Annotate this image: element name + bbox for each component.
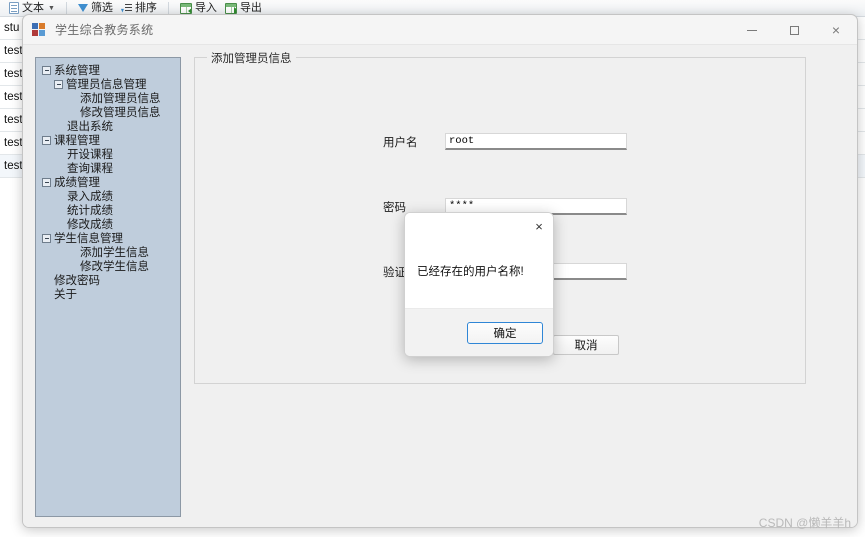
field-row-username: 用户名	[383, 133, 627, 150]
minimize-icon	[747, 29, 757, 31]
import-grid-icon	[179, 2, 192, 14]
toolbar-label-import: 导入	[194, 1, 217, 14]
sort-icon	[121, 3, 132, 14]
chevron-down-icon[interactable]: ▼	[48, 5, 55, 12]
tree-item-label: 管理员信息管理	[66, 79, 147, 91]
collapse-minus-icon[interactable]	[42, 136, 51, 145]
tree-item-grade-management[interactable]: 成绩管理	[42, 176, 176, 190]
tree-item-change-password[interactable]: 修改密码	[42, 274, 176, 288]
tree-item-stat-grade[interactable]: 统计成绩	[42, 204, 176, 218]
tree-item-system-management[interactable]: 系统管理	[42, 64, 176, 78]
tree-item-add-student-info[interactable]: 添加学生信息	[42, 246, 176, 260]
tree-item-label: 添加学生信息	[80, 247, 149, 259]
tree-item-label: 修改管理员信息	[80, 107, 161, 119]
toolbar-label-filter: 筛选	[90, 1, 113, 14]
toolbar-label-text: 文本	[22, 1, 44, 14]
tree-item-label: 成绩管理	[54, 177, 100, 189]
tree-item-course-management[interactable]: 课程管理	[42, 134, 176, 148]
export-grid-icon	[224, 2, 237, 14]
window-body: 系统管理 管理员信息管理 添加管理员信息 修改管理员信息 退出系统 课程管理 开…	[23, 45, 857, 527]
application-window: 学生综合教务系统 × 系统管理 管理员信息管理 添加管理员信息 修改管理员信息 …	[22, 14, 858, 528]
tree-item-label: 修改成绩	[67, 219, 113, 231]
collapse-minus-icon[interactable]	[42, 66, 51, 75]
alert-dialog: × 已经存在的用户名称! 确定	[404, 212, 554, 357]
tree-item-label: 系统管理	[54, 65, 100, 77]
dialog-titlebar: ×	[405, 213, 553, 239]
tree-item-query-course[interactable]: 查询课程	[42, 162, 176, 176]
sheet-cell: test	[4, 114, 23, 126]
watermark: CSDN @懒羊羊h	[758, 516, 851, 530]
sheet-cell: test	[4, 68, 23, 80]
sheet-cell: test	[4, 160, 23, 172]
tree-item-label: 退出系统	[67, 121, 113, 133]
sheet-cell: test	[4, 91, 23, 103]
tree-item-edit-grade[interactable]: 修改成绩	[42, 218, 176, 232]
collapse-minus-icon[interactable]	[42, 234, 51, 243]
export-arrow-icon	[233, 6, 236, 13]
toolbar-divider	[167, 1, 169, 15]
tree-item-create-course[interactable]: 开设课程	[42, 148, 176, 162]
tree-item-label: 关于	[54, 289, 77, 301]
dialog-ok-button[interactable]: 确定	[467, 321, 543, 344]
dialog-close-button[interactable]: ×	[525, 213, 553, 239]
document-icon	[9, 2, 19, 14]
groupbox-title: 添加管理员信息	[207, 50, 296, 66]
tree-item-edit-student-info[interactable]: 修改学生信息	[42, 260, 176, 274]
tree-item-edit-admin-info[interactable]: 修改管理员信息	[42, 106, 176, 120]
minimize-button[interactable]	[731, 15, 773, 45]
cancel-button[interactable]: 取消	[553, 335, 619, 355]
username-label: 用户名	[383, 136, 418, 149]
window-titlebar[interactable]: 学生综合教务系统 ×	[23, 15, 857, 45]
window-title: 学生综合教务系统	[55, 23, 154, 37]
import-arrow-icon	[187, 6, 191, 13]
navigation-tree-panel[interactable]: 系统管理 管理员信息管理 添加管理员信息 修改管理员信息 退出系统 课程管理 开…	[35, 57, 181, 517]
toolbar-label-sort: 排序	[134, 1, 157, 14]
close-icon: ×	[535, 218, 543, 234]
window-controls: ×	[731, 15, 857, 44]
collapse-minus-icon[interactable]	[54, 80, 63, 89]
maximize-icon	[789, 25, 799, 35]
tree-item-label: 查询课程	[67, 163, 113, 175]
tree-item-enter-grade[interactable]: 录入成绩	[42, 190, 176, 204]
navigation-tree: 系统管理 管理员信息管理 添加管理员信息 修改管理员信息 退出系统 课程管理 开…	[36, 58, 180, 302]
tree-item-student-info-management[interactable]: 学生信息管理	[42, 232, 176, 246]
tree-item-label: 修改密码	[54, 275, 100, 287]
close-button[interactable]: ×	[815, 15, 857, 45]
tree-item-exit-system[interactable]: 退出系统	[42, 120, 176, 134]
sheet-cell: stu	[4, 22, 20, 34]
tree-item-label: 添加管理员信息	[80, 93, 161, 105]
maximize-button[interactable]	[773, 15, 815, 45]
sheet-cell: test	[4, 137, 23, 149]
toolbar-label-export: 导出	[239, 1, 262, 14]
content-panel: 添加管理员信息 用户名 密码 验证密码 添加 取消	[194, 50, 847, 517]
username-input[interactable]	[445, 133, 627, 150]
collapse-minus-icon[interactable]	[42, 178, 51, 187]
dialog-footer: 确定	[405, 308, 553, 356]
tree-item-label: 课程管理	[54, 135, 100, 147]
tree-item-about[interactable]: 关于	[42, 288, 176, 302]
tree-item-admin-info-management[interactable]: 管理员信息管理	[42, 78, 176, 92]
filter-funnel-icon	[77, 3, 88, 12]
tree-item-label: 录入成绩	[67, 191, 113, 203]
tree-item-label: 统计成绩	[67, 205, 113, 217]
app-tiles-icon	[32, 22, 48, 37]
tree-item-label: 开设课程	[67, 149, 113, 161]
tree-item-label: 修改学生信息	[80, 261, 149, 273]
tree-item-label: 学生信息管理	[54, 233, 123, 245]
close-icon: ×	[831, 22, 841, 38]
sheet-cell: test	[4, 45, 23, 57]
dialog-message: 已经存在的用户名称!	[405, 239, 553, 310]
toolbar-divider	[65, 1, 67, 15]
tree-item-add-admin-info[interactable]: 添加管理员信息	[42, 92, 176, 106]
